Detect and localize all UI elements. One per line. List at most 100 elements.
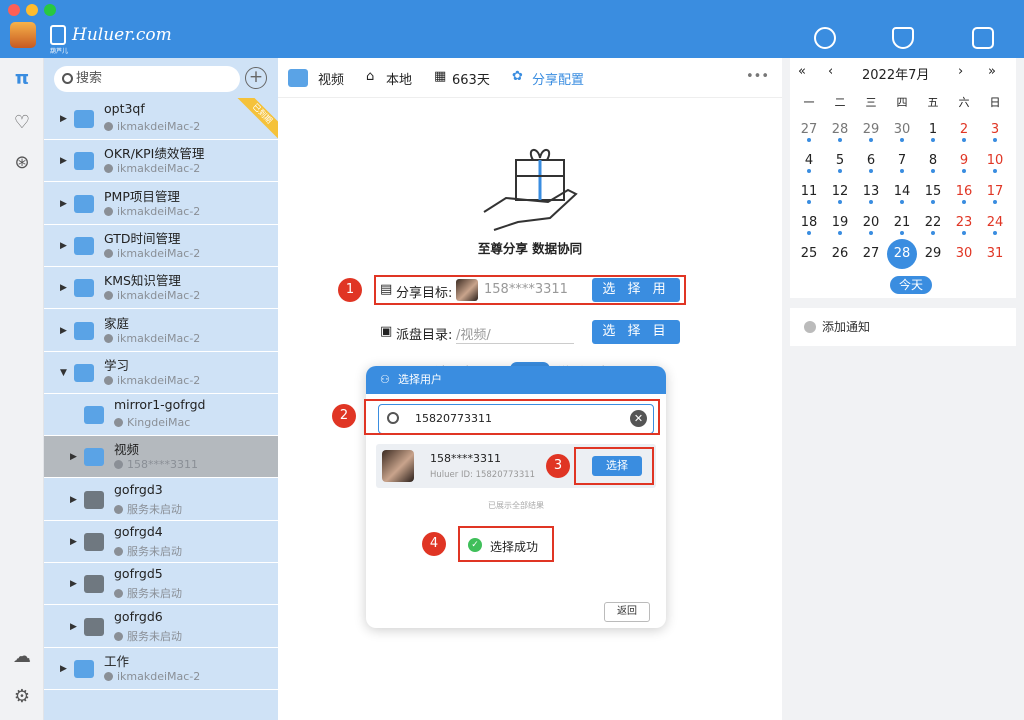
calendar-day[interactable]: 5: [825, 153, 855, 173]
calendar-day[interactable]: 7: [887, 153, 917, 173]
calendar-day[interactable]: 14: [887, 184, 917, 204]
calendar-day[interactable]: 29: [918, 246, 948, 261]
zoom-window-button[interactable]: [44, 4, 56, 16]
day-number: 1: [928, 122, 938, 137]
shield-icon[interactable]: [892, 27, 914, 49]
calendar-day[interactable]: 21: [887, 215, 917, 235]
apps-icon[interactable]: ⊛: [11, 152, 33, 174]
tab-local[interactable]: 本地: [386, 69, 412, 88]
next-month-button[interactable]: ›: [958, 64, 963, 79]
calendar-day[interactable]: 2: [949, 122, 979, 142]
calendar-day[interactable]: 23: [949, 215, 979, 235]
select-user-button[interactable]: 选 择 用 户: [592, 278, 680, 321]
tree-node[interactable]: ▶ gofrgd3 服务未启动: [44, 479, 278, 521]
prev-month-button[interactable]: ‹: [828, 64, 833, 79]
cloud-upload-icon[interactable]: ☁: [11, 646, 33, 668]
calendar-day[interactable]: 16: [949, 184, 979, 204]
expand-arrow-icon[interactable]: ▶: [60, 114, 67, 124]
calendar-day[interactable]: 10: [980, 153, 1010, 173]
tree-node-name: OKR/KPI绩效管理: [104, 146, 205, 162]
calendar-day[interactable]: 4: [794, 153, 824, 173]
calendar-day[interactable]: 20: [856, 215, 886, 235]
calendar-day[interactable]: 25: [794, 246, 824, 261]
step-marker-2: 2: [332, 404, 356, 428]
calendar-day[interactable]: 13: [856, 184, 886, 204]
calendar-day[interactable]: 31: [980, 246, 1010, 261]
expand-arrow-icon[interactable]: ▶: [70, 579, 77, 589]
add-button[interactable]: +: [245, 67, 267, 89]
tree-node[interactable]: ▶ GTD时间管理 ikmakdeiMac-2: [44, 225, 278, 267]
dir-value: /视频/: [456, 324, 574, 344]
expand-arrow-icon[interactable]: ▶: [60, 664, 67, 674]
expand-arrow-icon[interactable]: ▶: [70, 495, 77, 505]
calendar-day[interactable]: 27: [794, 122, 824, 142]
tree-node[interactable]: ▼ 学习 ikmakdeiMac-2: [44, 352, 278, 394]
calendar-day[interactable]: 24: [980, 215, 1010, 235]
tree-node[interactable]: ▶ gofrgd5 服务未启动: [44, 563, 278, 606]
add-notification[interactable]: 添加通知: [790, 308, 1016, 346]
weekday-label: 四: [896, 96, 908, 109]
brand-wordmark: Huluer.com: [72, 25, 172, 45]
tree-node[interactable]: ▶ PMP项目管理 ikmakdeiMac-2: [44, 183, 278, 225]
calendar-day[interactable]: 8: [918, 153, 948, 173]
tab-video[interactable]: 视频: [318, 69, 344, 88]
search-input[interactable]: 搜索: [54, 66, 240, 92]
calendar-day[interactable]: 30: [887, 122, 917, 142]
pai-home-icon[interactable]: π: [11, 68, 33, 90]
tree-node[interactable]: ▶ gofrgd4 服务未启动: [44, 521, 278, 563]
weekday-label: 六: [958, 96, 970, 109]
tree-node[interactable]: ▶ 工作 ikmakdeiMac-2: [44, 648, 278, 690]
tree-node[interactable]: ▶ OKR/KPI绩效管理 ikmakdeiMac-2: [44, 140, 278, 183]
back-button[interactable]: 返回: [604, 602, 650, 622]
first-month-button[interactable]: «: [798, 64, 806, 79]
calendar-day[interactable]: 18: [794, 215, 824, 235]
tab-share-config[interactable]: 分享配置: [532, 69, 584, 88]
calendar-day[interactable]: 3: [980, 122, 1010, 142]
brand-logo: Huluer.com 葫芦儿: [50, 22, 172, 55]
tree-node[interactable]: ▶ KMS知识管理 ikmakdeiMac-2: [44, 267, 278, 310]
calendar-day[interactable]: 1: [918, 122, 948, 142]
close-window-button[interactable]: [8, 4, 20, 16]
last-month-button[interactable]: »: [988, 64, 996, 79]
tree-node[interactable]: mirror1-gofrgd KingdeiMac: [44, 394, 278, 437]
brain-icon[interactable]: ♡: [11, 112, 33, 134]
share-slogan: 至尊分享 数据协同: [477, 241, 583, 256]
event-dot: [931, 138, 935, 142]
calendar-day[interactable]: 22: [918, 215, 948, 235]
calendar-day[interactable]: 9: [949, 153, 979, 173]
expand-arrow-icon[interactable]: ▶: [60, 283, 67, 293]
calendar-day[interactable]: 11: [794, 184, 824, 204]
home-icon[interactable]: ⌂: [366, 69, 374, 84]
calendar-icon[interactable]: [972, 27, 994, 49]
gear-icon[interactable]: ✿: [512, 69, 523, 84]
more-menu-button[interactable]: •••: [746, 69, 769, 84]
minimize-window-button[interactable]: [26, 4, 38, 16]
calendar-day[interactable]: 19: [825, 215, 855, 235]
calendar-day[interactable]: 12: [825, 184, 855, 204]
today-button[interactable]: 今天: [890, 276, 932, 294]
expand-arrow-icon[interactable]: ▶: [60, 241, 67, 251]
tree-node[interactable]: ▶ gofrgd6 服务未启动: [44, 606, 278, 648]
expand-arrow-icon[interactable]: ▶: [70, 537, 77, 547]
expand-arrow-icon[interactable]: ▶: [70, 452, 77, 462]
calendar-day[interactable]: 26: [825, 246, 855, 261]
calendar-day[interactable]: 29: [856, 122, 886, 142]
calendar-day[interactable]: 17: [980, 184, 1010, 204]
calendar-day[interactable]: 28: [825, 122, 855, 142]
select-dir-button[interactable]: 选 择 目 录: [592, 320, 680, 363]
settings-icon[interactable]: ⚙: [11, 686, 33, 708]
tree-node[interactable]: ▶ 家庭 ikmakdeiMac-2: [44, 310, 278, 352]
calendar-day[interactable]: 30: [949, 246, 979, 261]
calendar-day[interactable]: 27: [856, 246, 886, 261]
calendar-day[interactable]: 6: [856, 153, 886, 173]
search-globe-icon[interactable]: [814, 27, 836, 49]
expand-arrow-icon[interactable]: ▶: [60, 156, 67, 166]
calendar-day[interactable]: 28: [887, 246, 917, 261]
tree-node[interactable]: ▶ opt3qf ikmakdeiMac-2 已到期: [44, 98, 278, 140]
calendar-day[interactable]: 15: [918, 184, 948, 204]
expand-arrow-icon[interactable]: ▶: [70, 622, 77, 632]
tree-node[interactable]: ▶ 视频 158****3311: [44, 436, 278, 479]
expand-arrow-icon[interactable]: ▶: [60, 199, 67, 209]
collapse-arrow-icon[interactable]: ▼: [60, 368, 67, 378]
expand-arrow-icon[interactable]: ▶: [60, 326, 67, 336]
